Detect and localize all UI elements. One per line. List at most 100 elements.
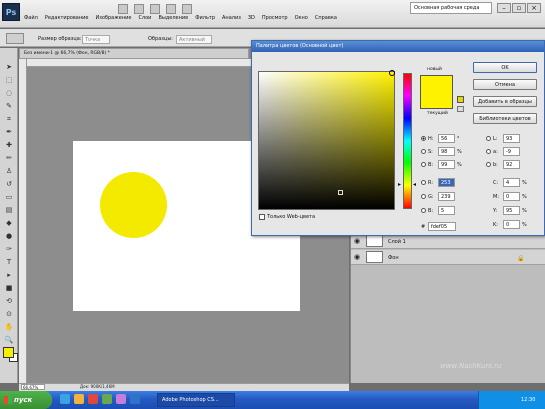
visibility-eye-icon[interactable]: ◉ xyxy=(354,237,360,245)
yellow-circle-shape[interactable] xyxy=(100,172,167,238)
path-select-tool-icon[interactable]: ▸ xyxy=(3,270,15,280)
web-safe-warning-icon[interactable] xyxy=(457,106,464,112)
mini-bridge-icon[interactable] xyxy=(134,4,144,14)
internet-explorer-icon[interactable] xyxy=(60,394,70,404)
quick-launch-icon[interactable] xyxy=(102,394,112,404)
current-color-swatch[interactable] xyxy=(420,92,453,109)
k-field[interactable]: 0 xyxy=(503,220,520,229)
menu-analysis[interactable]: Анализ xyxy=(222,15,241,21)
zoom-field[interactable]: 66,67% xyxy=(21,384,45,390)
hand-icon[interactable] xyxy=(150,4,160,14)
r-label: R: xyxy=(428,180,434,186)
ok-button[interactable]: OK xyxy=(473,62,537,73)
blue-label: B: xyxy=(428,208,434,214)
menu-edit[interactable]: Редактирование xyxy=(45,15,89,21)
b-field[interactable]: 99 xyxy=(438,160,455,169)
h-field[interactable]: 56 xyxy=(438,134,455,143)
menu-select[interactable]: Выделение xyxy=(158,15,188,21)
add-to-swatches-button[interactable]: Добавить в образцы xyxy=(473,96,537,107)
lab-b-field[interactable]: 92 xyxy=(503,160,520,169)
shape-tool-icon[interactable]: ■ xyxy=(3,283,15,293)
m-field[interactable]: 0 xyxy=(503,192,520,201)
hand-tool-icon[interactable]: ✋ xyxy=(3,322,15,332)
menu-image[interactable]: Изображение xyxy=(95,15,131,21)
menu-filter[interactable]: Фильтр xyxy=(195,15,215,21)
folder-icon[interactable] xyxy=(74,394,84,404)
quick-select-tool-icon[interactable]: ✎ xyxy=(3,101,15,111)
marquee-tool-icon[interactable]: ⬚ xyxy=(3,75,15,85)
close-button[interactable]: × xyxy=(527,3,541,13)
document-tab[interactable]: Без имени-1 @ 66,7% (Фон, RGB/8) * xyxy=(19,48,249,59)
eyedropper-tool-preset-icon[interactable] xyxy=(6,33,24,44)
dodge-tool-icon[interactable]: ● xyxy=(3,231,15,241)
hue-slider[interactable] xyxy=(403,73,412,209)
color-field-marker[interactable] xyxy=(389,70,395,76)
quick-launch-icon[interactable] xyxy=(130,394,140,404)
3d-camera-tool-icon[interactable]: ⊙ xyxy=(3,309,15,319)
lasso-tool-icon[interactable]: ◌ xyxy=(3,88,15,98)
bridge-icon[interactable] xyxy=(118,4,128,14)
sample-size-select[interactable]: Точка xyxy=(82,35,110,44)
out-of-gamut-warning-icon[interactable] xyxy=(457,96,464,103)
s-radio[interactable] xyxy=(421,149,426,154)
foreground-color-swatch[interactable] xyxy=(3,347,14,358)
menu-view[interactable]: Просмотр xyxy=(262,15,288,21)
eraser-tool-icon[interactable]: ▭ xyxy=(3,192,15,202)
b-unit: % xyxy=(457,162,462,168)
g-radio[interactable] xyxy=(421,194,426,199)
cancel-button[interactable]: Отмена xyxy=(473,79,537,90)
menu-window[interactable]: Окно xyxy=(295,15,308,21)
menu-3d[interactable]: 3D xyxy=(248,15,255,21)
y-unit: % xyxy=(522,208,527,214)
s-field[interactable]: 98 xyxy=(438,147,455,156)
hue-slider-left-arrow-icon[interactable]: ▸ xyxy=(398,181,401,188)
web-only-checkbox[interactable] xyxy=(259,214,265,220)
color-libraries-button[interactable]: Библиотеки цветов xyxy=(473,113,537,124)
history-brush-tool-icon[interactable]: ↺ xyxy=(3,179,15,189)
clock: 12:30 xyxy=(521,397,536,403)
workspace-select[interactable]: Основная рабочая среда xyxy=(410,2,492,14)
3d-rotate-tool-icon[interactable]: ⟲ xyxy=(3,296,15,306)
pen-tool-icon[interactable]: ✑ xyxy=(3,244,15,254)
clone-stamp-tool-icon[interactable]: ♙ xyxy=(3,166,15,176)
color-field[interactable] xyxy=(258,71,395,210)
screen-mode-icon[interactable] xyxy=(182,4,192,14)
b-radio[interactable] xyxy=(421,162,426,167)
g-field[interactable]: 239 xyxy=(438,192,455,201)
menu-layers[interactable]: Слои xyxy=(138,15,151,21)
hex-field[interactable]: fdef05 xyxy=(428,222,456,231)
media-player-icon[interactable] xyxy=(88,394,98,404)
minimize-button[interactable]: – xyxy=(497,3,511,13)
r-field[interactable]: 253 xyxy=(438,178,455,187)
restore-button[interactable]: ▫ xyxy=(512,3,526,13)
crop-tool-icon[interactable]: ⌗ xyxy=(3,114,15,124)
type-tool-icon[interactable]: T xyxy=(3,257,15,267)
lab-b-radio[interactable] xyxy=(486,162,491,167)
photoshop-logo[interactable]: Ps xyxy=(2,3,20,21)
move-tool-icon[interactable]: ➤ xyxy=(3,62,15,72)
menu-file[interactable]: Файл xyxy=(24,15,38,21)
y-field[interactable]: 95 xyxy=(503,206,520,215)
eyedropper-tool-icon[interactable]: ✒ xyxy=(3,127,15,137)
menu-help[interactable]: Справка xyxy=(315,15,337,21)
l-field[interactable]: 93 xyxy=(503,134,520,143)
brush-tool-icon[interactable]: ✏ xyxy=(3,153,15,163)
visibility-eye-icon[interactable]: ◉ xyxy=(354,253,360,261)
c-field[interactable]: 4 xyxy=(503,178,520,187)
h-radio[interactable] xyxy=(421,136,426,141)
taskbar-photoshop-button[interactable]: Adobe Photoshop CS... xyxy=(157,393,235,407)
hue-slider-right-arrow-icon[interactable]: ◂ xyxy=(413,181,416,188)
blue-field[interactable]: 5 xyxy=(438,206,455,215)
samples-select[interactable]: Активный xyxy=(176,35,212,44)
a-field[interactable]: -9 xyxy=(503,147,520,156)
gradient-tool-icon[interactable]: ▤ xyxy=(3,205,15,215)
zoom-tool-icon[interactable]: 🔍 xyxy=(3,335,15,345)
a-radio[interactable] xyxy=(486,149,491,154)
zoom-icon[interactable] xyxy=(166,4,176,14)
quick-launch-icon[interactable] xyxy=(116,394,126,404)
healing-brush-tool-icon[interactable]: ✚ xyxy=(3,140,15,150)
r-radio[interactable] xyxy=(421,180,426,185)
l-radio[interactable] xyxy=(486,136,491,141)
blue-radio[interactable] xyxy=(421,208,426,213)
blur-tool-icon[interactable]: ◆ xyxy=(3,218,15,228)
